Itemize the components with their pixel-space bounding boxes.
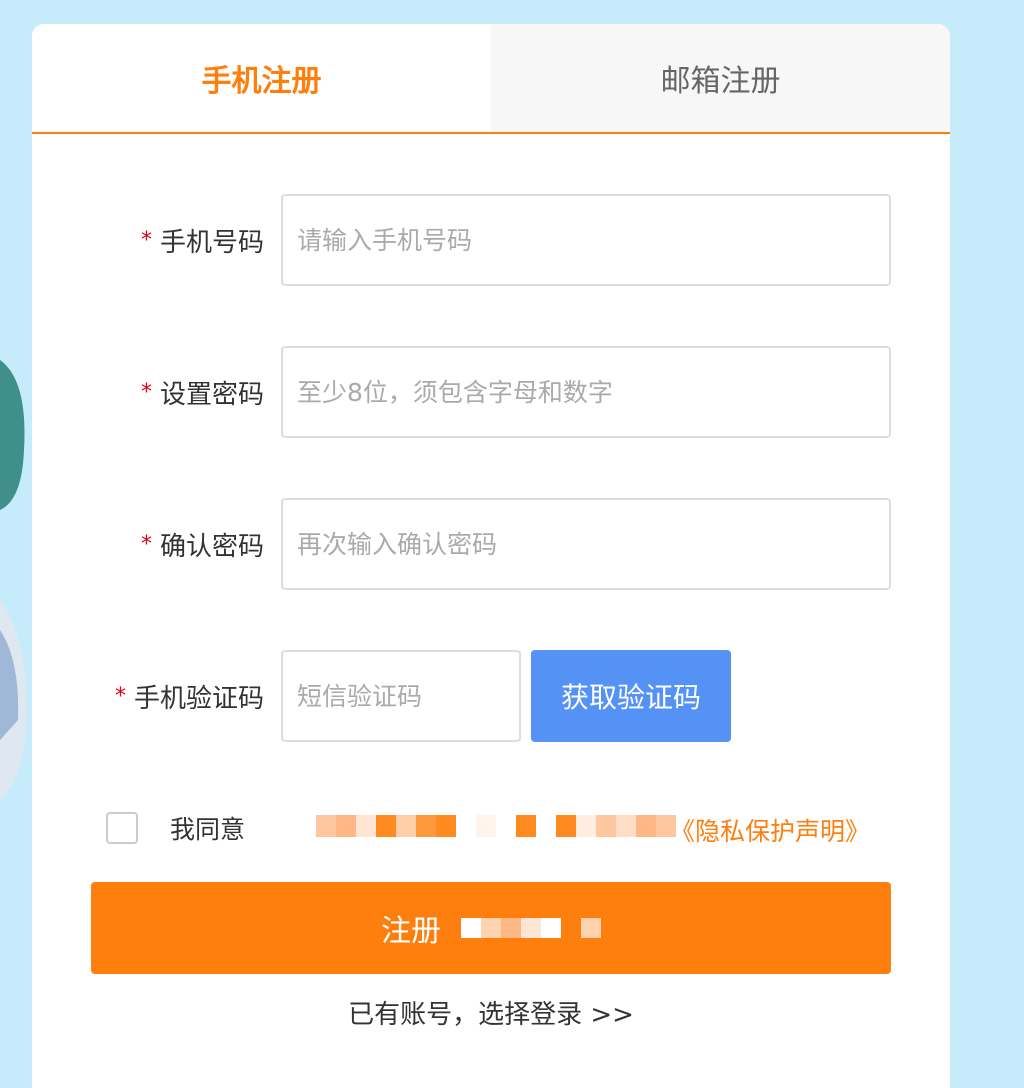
agree-text: 我同意 xyxy=(170,815,246,844)
sms-code-row: * 手机验证码 获取验证码 xyxy=(32,650,950,742)
register-button-label: 注册 xyxy=(381,914,441,949)
confirm-password-label-text: 确认密码 xyxy=(159,531,264,562)
register-tabs: 手机注册 邮箱注册 xyxy=(32,24,950,134)
confirm-password-row: * 确认密码 xyxy=(32,498,950,590)
privacy-policy-link[interactable]: 《隐私保护声明》 xyxy=(670,812,870,848)
sms-code-label: * 手机验证码 xyxy=(115,678,264,715)
password-input[interactable] xyxy=(281,346,891,438)
agreement-row: 我同意 xyxy=(106,810,245,846)
required-mark: * xyxy=(140,531,152,557)
register-card: 手机注册 邮箱注册 * 手机号码 * 设置密码 * 确认密码 * 手机验证码 获… xyxy=(32,24,950,1088)
required-mark: * xyxy=(114,683,126,709)
phone-row: * 手机号码 xyxy=(32,194,950,286)
phone-label: * 手机号码 xyxy=(141,222,264,259)
register-button[interactable]: 注册 xyxy=(91,882,891,974)
confirm-password-label: * 确认密码 xyxy=(141,526,264,563)
sms-code-input[interactable] xyxy=(281,650,521,742)
login-link[interactable]: 已有账号，选择登录 >> xyxy=(32,994,950,1031)
phone-input[interactable] xyxy=(281,194,891,286)
required-mark: * xyxy=(140,227,152,253)
agree-checkbox[interactable] xyxy=(106,812,138,844)
phone-label-text: 手机号码 xyxy=(159,227,264,258)
required-mark: * xyxy=(140,379,152,405)
confirm-password-input[interactable] xyxy=(281,498,891,590)
pixelated-button-text xyxy=(461,918,601,938)
tab-email-register[interactable]: 邮箱注册 xyxy=(491,24,950,132)
password-label-text: 设置密码 xyxy=(159,379,264,410)
password-row: * 设置密码 xyxy=(32,346,950,438)
pixelated-agreement-link xyxy=(316,815,676,837)
tab-phone-register[interactable]: 手机注册 xyxy=(32,24,491,132)
sms-code-label-text: 手机验证码 xyxy=(133,683,264,714)
password-label: * 设置密码 xyxy=(141,374,264,411)
get-code-button[interactable]: 获取验证码 xyxy=(531,650,731,742)
